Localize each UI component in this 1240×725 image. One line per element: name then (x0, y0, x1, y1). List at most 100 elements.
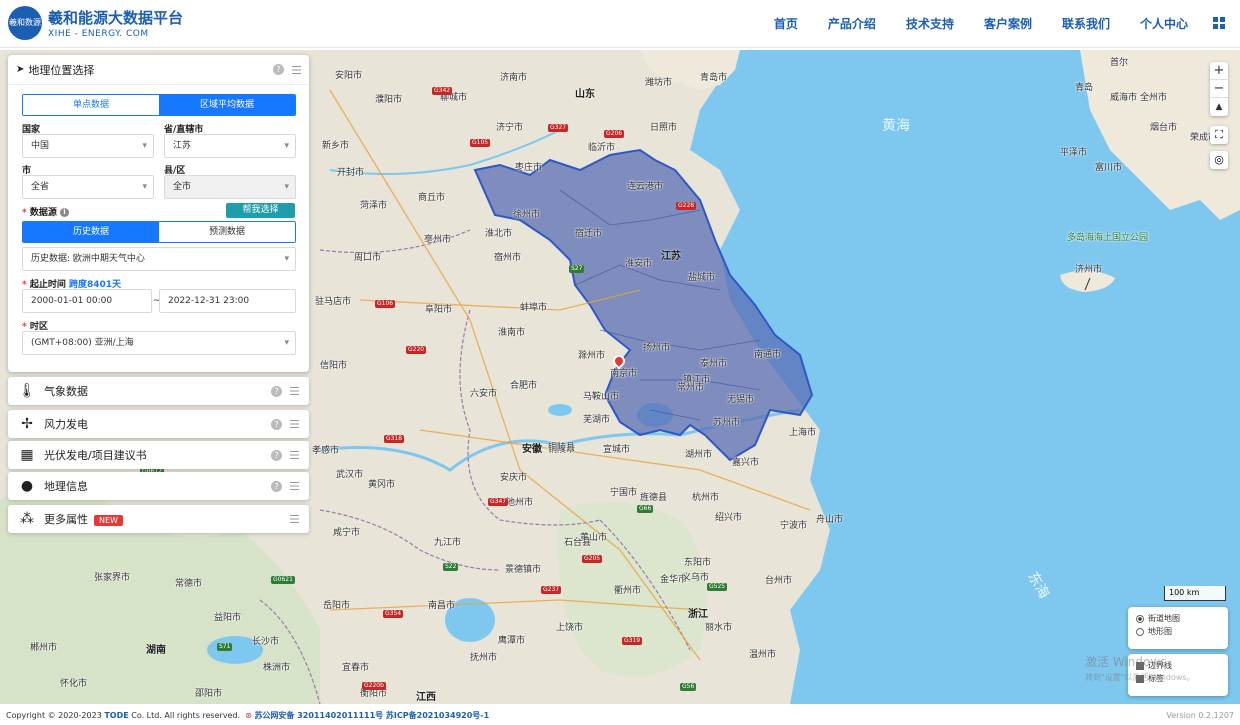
help-icon[interactable]: ? (273, 64, 284, 75)
city-label: 青岛市 (700, 73, 728, 83)
beian-link[interactable]: 苏公网安备 32011402011111号 苏ICP备2021034920号-1 (254, 711, 489, 720)
city-select[interactable]: 全省 (22, 175, 154, 199)
province-select[interactable]: 江苏 (164, 134, 296, 158)
city-label: 株洲市 (263, 663, 291, 673)
layer-option-terrain[interactable]: 地形图 (1136, 625, 1220, 638)
city-label: 南昌市 (428, 601, 456, 611)
help-icon[interactable]: ? (271, 418, 282, 430)
city-label: 宿州市 (494, 253, 522, 263)
radio-selected-icon[interactable] (1136, 614, 1144, 623)
city-label: 孝感市 (312, 446, 340, 456)
compass-north-icon[interactable]: ▲ (1210, 98, 1228, 116)
city-label: 马鞍山市 (583, 392, 620, 402)
police-badge-icon: ⊛ (245, 711, 252, 720)
city-label: 泰州市 (700, 359, 728, 369)
section-wind-power[interactable]: ✢ 风力发电 ? (8, 410, 309, 438)
nav-support[interactable]: 技术支持 (906, 15, 954, 32)
help-icon[interactable]: ? (271, 449, 282, 461)
site-title[interactable]: 羲和能源大数据平台 (48, 7, 183, 28)
data-mode-tabs: 单点数据 区域平均数据 (22, 94, 296, 116)
city-label: 安阳市 (335, 71, 363, 81)
panel-header[interactable]: ➤ 地理位置选择 ? (8, 55, 309, 85)
help-me-choose-button[interactable]: 帮我选择 (226, 203, 295, 218)
layer-option-street[interactable]: 街道地图 (1136, 612, 1220, 625)
fullscreen-icon[interactable]: ⛶ (1210, 126, 1228, 144)
section-geo-info[interactable]: ● 地理信息 ? (8, 472, 309, 500)
city-label: 烟台市 (1150, 123, 1178, 133)
city-label: 张家界市 (94, 573, 131, 583)
location-panel: ➤ 地理位置选择 ? 单点数据 区域平均数据 国家 省/直辖市 中国 江苏 市 … (8, 55, 309, 372)
app-grid-icon[interactable] (1213, 17, 1225, 29)
road-badge: G220b (362, 682, 386, 690)
city-label: 无锡市 (727, 395, 755, 405)
help-icon[interactable]: ? (271, 480, 282, 492)
road-badge: G105 (470, 139, 491, 147)
info-icon[interactable]: i (60, 208, 69, 217)
city-label: 温州市 (749, 650, 777, 660)
tab-forecast-data[interactable]: 预测数据 (159, 222, 295, 242)
city-label: 嘉兴市 (732, 458, 760, 468)
city-label: 青岛 (1075, 83, 1094, 93)
nav-home[interactable]: 首页 (774, 15, 798, 32)
solar-panel-icon: ▦ (20, 447, 34, 463)
help-icon[interactable]: ? (271, 385, 282, 397)
road-badge: G206 (604, 130, 625, 138)
menu-icon[interactable] (292, 65, 301, 74)
city-label: 安庆市 (500, 473, 528, 483)
city-label: 济州市 (1075, 265, 1103, 275)
province-label: 江西 (416, 692, 436, 703)
city-label: 驻马店市 (315, 297, 352, 307)
company-link[interactable]: TODE (104, 711, 128, 720)
panel-title: 地理位置选择 (28, 63, 95, 77)
menu-icon[interactable] (290, 482, 299, 490)
sea-label-yellow: 黄海 (882, 118, 910, 134)
city-label: 绍兴市 (715, 513, 743, 523)
city-label: 六安市 (470, 389, 498, 399)
city-label: 九江市 (434, 538, 462, 548)
nav-products[interactable]: 产品介绍 (828, 15, 876, 32)
nav-cases[interactable]: 客户案例 (984, 15, 1032, 32)
city-label: 扬州市 (643, 343, 671, 353)
section-solar-power[interactable]: ▦ 光伏发电/项目建议书 ? (8, 441, 309, 469)
country-select[interactable]: 中国 (22, 134, 154, 158)
timezone-select[interactable]: (GMT+08:00) 亚洲/上海 (22, 331, 296, 355)
nav-contact[interactable]: 联系我们 (1062, 15, 1110, 32)
locate-icon[interactable]: ◎ (1210, 151, 1228, 169)
base-layer-switcher: 街道地图 地形图 (1128, 607, 1228, 649)
city-label: 商丘市 (418, 193, 446, 203)
wind-turbine-icon: ✢ (21, 416, 33, 432)
city-label: 长沙市 (252, 637, 280, 647)
county-select[interactable]: 全市 (164, 175, 296, 199)
city-label: 信阳市 (320, 361, 348, 371)
tab-history-data[interactable]: 历史数据 (23, 222, 159, 242)
city-label: 淮安市 (625, 259, 653, 269)
section-weather-data[interactable]: 🌡 气象数据 ? (8, 377, 309, 405)
city-label: 舟山市 (816, 515, 844, 525)
nav-user-center[interactable]: 个人中心 (1140, 15, 1188, 32)
city-label: 平泽市 (1060, 148, 1088, 158)
tab-region-average[interactable]: 区域平均数据 (159, 95, 295, 115)
start-time-input[interactable]: 2000-01-01 00:00 (22, 289, 152, 313)
logo-icon[interactable]: 羲和数源 (8, 6, 42, 40)
road-badge: G66 (637, 505, 654, 513)
road-badge: S27 (569, 265, 585, 273)
zoom-in-button[interactable]: + (1210, 62, 1228, 80)
road-badge: G354 (383, 610, 404, 618)
city-label: 池州市 (506, 498, 534, 508)
menu-icon[interactable] (290, 451, 299, 459)
menu-icon[interactable] (290, 420, 299, 428)
tab-single-point[interactable]: 单点数据 (23, 95, 159, 115)
province-label: 山东 (575, 89, 595, 100)
zoom-out-button[interactable]: − (1210, 80, 1228, 98)
city-label: 淮北市 (485, 229, 513, 239)
city-label: 苏州市 (713, 418, 741, 428)
section-more-attributes[interactable]: ⁂ 更多属性 NEW (8, 505, 309, 533)
menu-icon[interactable] (290, 515, 299, 523)
source-select[interactable]: 历史数据: 欧洲中期天气中心 (22, 247, 296, 271)
city-label: 徐州市 (513, 210, 541, 220)
city-label: 周口市 (354, 253, 382, 263)
road-badge: S22 (443, 563, 459, 571)
menu-icon[interactable] (290, 387, 299, 395)
end-time-input[interactable]: 2022-12-31 23:00 (159, 289, 296, 313)
radio-icon[interactable] (1136, 627, 1144, 636)
